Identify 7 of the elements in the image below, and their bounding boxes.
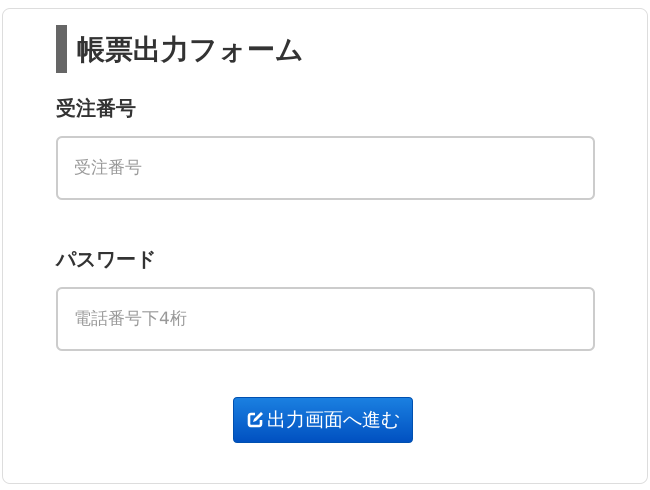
field-label: 受注番号 [56,95,137,122]
form-title: 帳票出力フォーム [56,25,594,73]
edit-icon [246,411,264,429]
input-field[interactable]: 電話番号下4桁 [56,287,595,351]
field-label: パスワード [56,246,157,273]
submit-button[interactable]: 出力画面へ進む [233,397,413,443]
input-field[interactable]: 受注番号 [56,136,595,200]
